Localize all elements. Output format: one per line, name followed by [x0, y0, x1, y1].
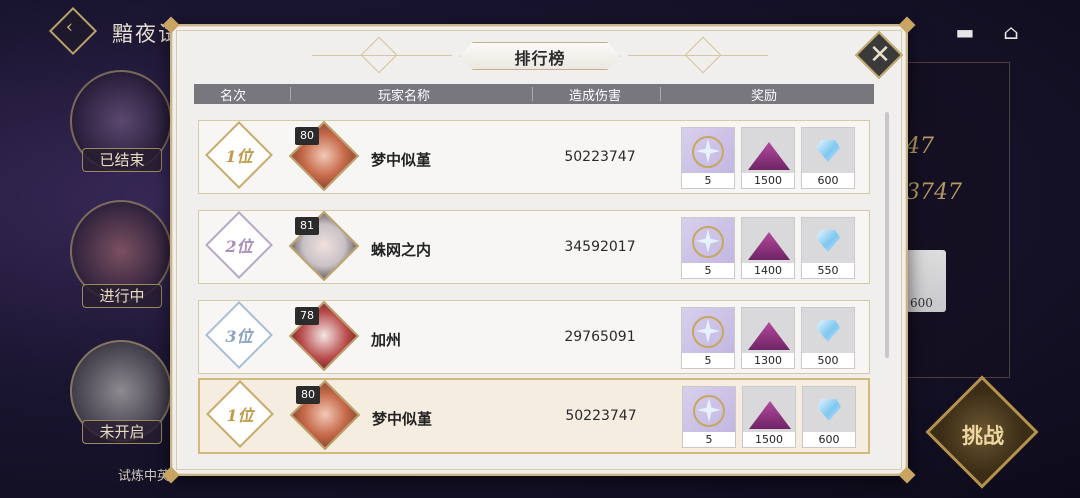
table-row[interactable]: 2位 81 蛛网之内 34592017 5 1400 550: [198, 210, 870, 284]
column-rewards: 奖励: [750, 89, 777, 104]
player-name: 蛛网之内: [371, 241, 432, 259]
column-separator: [290, 87, 291, 101]
column-rank: 名次: [219, 89, 246, 104]
rank-label: 1位: [226, 406, 254, 425]
reward-quantity: 600: [802, 173, 854, 188]
purple-powder-icon: [745, 389, 793, 431]
crystal-icon: [804, 310, 852, 352]
background-info-panel: [906, 62, 1010, 378]
column-player-name: 玩家名称: [377, 89, 430, 104]
home-icon[interactable]: ⌂: [998, 20, 1024, 44]
close-icon[interactable]: ✕: [869, 40, 891, 70]
reward-item[interactable]: 5: [681, 307, 735, 369]
title-ornament: [684, 36, 722, 74]
purple-powder-icon: [744, 310, 792, 352]
reward-item[interactable]: 1500: [742, 386, 796, 448]
rank-label: 3位: [225, 327, 253, 346]
reward-quantity: 1500: [743, 432, 795, 447]
reward-item[interactable]: 600: [801, 127, 855, 189]
leaderboard-modal: 排行榜 ✕ 名次 玩家名称 造成伤害 奖励 1位 80 梦中似堇 5022374…: [162, 16, 916, 484]
challenge-label: 挑战: [962, 423, 1004, 448]
star-compass-icon: [684, 130, 732, 172]
reward-item[interactable]: 5: [681, 217, 735, 279]
reward-quantity: 500: [802, 353, 854, 368]
reward-item[interactable]: 5: [682, 386, 736, 448]
player-name: 梦中似堇: [371, 151, 432, 169]
stage-label-ongoing: 进行中: [82, 284, 162, 308]
reward-quantity: 600: [803, 432, 855, 447]
reward-quantity: 1400: [742, 263, 794, 278]
player-level: 78: [295, 307, 319, 325]
reward-item[interactable]: 5: [681, 127, 735, 189]
background-reward-qty: 600: [910, 296, 933, 310]
player-level: 81: [295, 217, 319, 235]
stage-label-finished: 已结束: [82, 148, 162, 172]
player-level: 80: [296, 386, 320, 404]
player-name: 梦中似堇: [372, 410, 433, 428]
crystal-icon: [804, 220, 852, 262]
reward-quantity: 550: [802, 263, 854, 278]
star-compass-icon: [684, 310, 732, 352]
background-reward-item: 600: [906, 250, 946, 312]
rank-label: 2位: [225, 237, 253, 256]
purple-powder-icon: [744, 220, 792, 262]
back-button[interactable]: ‹: [48, 6, 98, 56]
reward-quantity: 5: [682, 263, 734, 278]
reward-item[interactable]: 550: [801, 217, 855, 279]
modal-title-plate: 排行榜: [460, 42, 620, 70]
table-header: 名次 玩家名称 造成伤害 奖励: [194, 84, 874, 104]
column-separator: [532, 87, 533, 101]
rank-label: 1位: [225, 147, 253, 166]
chat-icon[interactable]: ▬: [952, 20, 978, 44]
reward-item[interactable]: 1400: [741, 217, 795, 279]
reward-quantity: 1300: [742, 353, 794, 368]
reward-quantity: 5: [683, 432, 735, 447]
list-scrollbar[interactable]: [885, 112, 889, 358]
background-damage-partial: 47: [906, 134, 934, 159]
column-separator: [660, 87, 661, 101]
damage-value: 50223747: [565, 408, 637, 424]
modal-title: 排行榜: [514, 49, 566, 68]
reward-item[interactable]: 1500: [741, 127, 795, 189]
reward-quantity: 5: [682, 173, 734, 188]
corner-ornament: [898, 466, 916, 484]
purple-powder-icon: [744, 130, 792, 172]
star-compass-icon: [685, 389, 733, 431]
star-compass-icon: [684, 220, 732, 262]
reward-item[interactable]: 600: [802, 386, 856, 448]
reward-item[interactable]: 1300: [741, 307, 795, 369]
player-level: 80: [295, 127, 319, 145]
crystal-icon: [805, 389, 853, 431]
own-rank-row[interactable]: 1位 80 梦中似堇 50223747 5 1500 600: [198, 378, 870, 454]
stage-label-upcoming: 未开启: [82, 420, 162, 444]
reward-item[interactable]: 500: [801, 307, 855, 369]
table-row[interactable]: 3位 78 加州 29765091 5 1300 500: [198, 300, 870, 374]
damage-value: 29765091: [564, 329, 636, 345]
reward-quantity: 5: [682, 353, 734, 368]
player-name: 加州: [371, 331, 402, 349]
back-arrow-icon: ‹: [65, 16, 74, 38]
background-damage-partial-2: 3747: [906, 180, 962, 205]
column-damage: 造成伤害: [568, 89, 621, 104]
damage-value: 34592017: [564, 239, 636, 255]
damage-value: 50223747: [564, 149, 636, 165]
crystal-icon: [804, 130, 852, 172]
title-ornament: [360, 36, 398, 74]
table-row[interactable]: 1位 80 梦中似堇 50223747 5 1500 600: [198, 120, 870, 194]
reward-quantity: 1500: [742, 173, 794, 188]
